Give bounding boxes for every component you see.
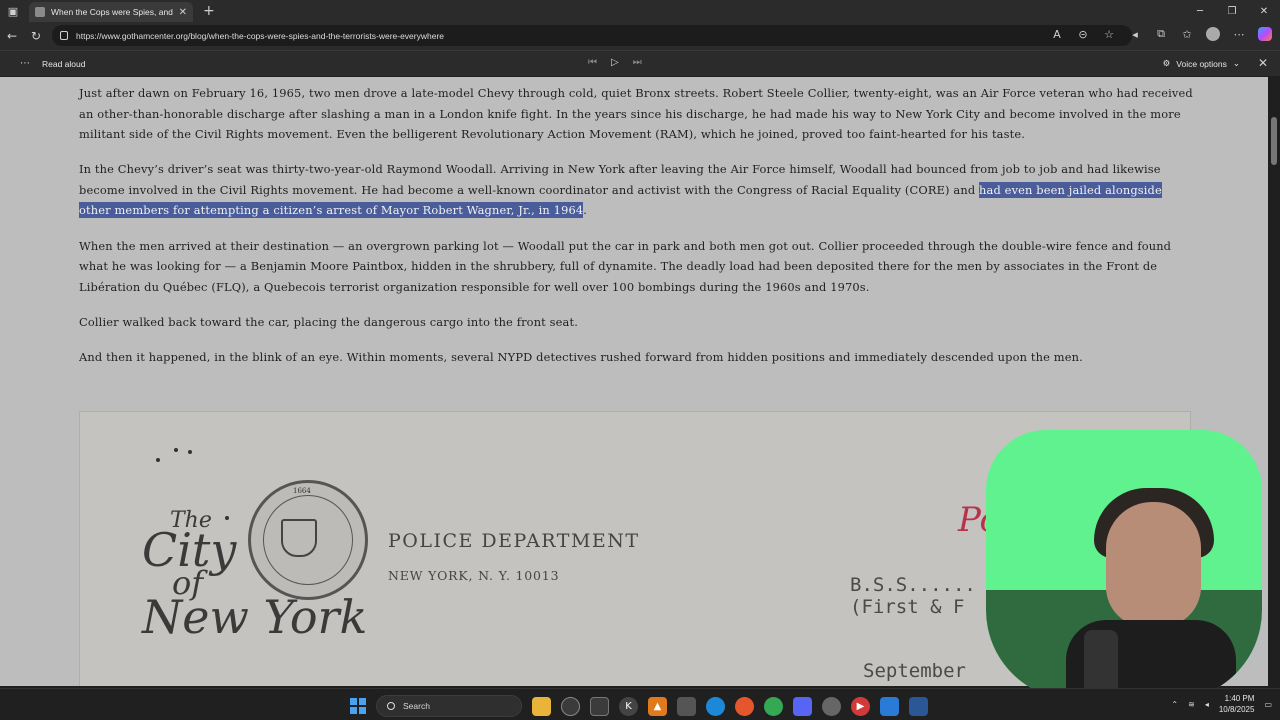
article-body: Just after dawn on February 16, 1965, tw… <box>79 83 1194 382</box>
more-menu-icon[interactable]: ⋯ <box>1232 28 1246 41</box>
voice-settings-icon: ⚙ <box>1162 58 1171 68</box>
webcam-overlay <box>986 430 1262 700</box>
chevron-down-icon: ⌄ <box>1232 58 1240 68</box>
tab-title: When the Cops were Spies, and th <box>51 7 175 17</box>
speck <box>174 448 178 452</box>
extensions-icon[interactable]: ⧉ <box>1154 27 1168 41</box>
paragraph-3: When the men arrived at their destinatio… <box>79 238 1172 294</box>
back-icon[interactable]: ← <box>0 29 24 43</box>
toolbar-icons: A ⊝ ☆ ◂ ⧉ ✩ ⋯ <box>1050 27 1272 41</box>
paragraph-2: In the Chevy’s driver’s seat was thirty-… <box>79 159 1194 221</box>
clock-date: 10/8/2025 <box>1218 705 1255 714</box>
read-aloud-label: Read aloud <box>42 58 86 69</box>
page-action-icon[interactable]: ⊝ <box>1076 28 1090 41</box>
document-date: September <box>863 660 966 682</box>
url-text[interactable]: https://www.gothamcenter.org/blog/when-t… <box>76 31 444 41</box>
read-aloud-menu-icon[interactable]: ⋯ <box>20 58 30 69</box>
discord-icon[interactable] <box>793 696 812 716</box>
copilot-icon[interactable] <box>1258 27 1272 41</box>
seal-shield <box>281 519 317 557</box>
site-favicon-icon <box>35 7 45 17</box>
scrollbar[interactable] <box>1268 77 1280 686</box>
paragraph-4: Collier walked back toward the car, plac… <box>79 314 578 329</box>
app-circle-icon[interactable] <box>561 696 580 716</box>
department-heading: POLICE DEPARTMENT <box>388 530 640 552</box>
vscode-icon[interactable] <box>880 696 899 716</box>
obs-icon[interactable] <box>822 696 841 716</box>
next-icon[interactable]: ⏭ <box>633 57 642 68</box>
previous-icon[interactable]: ⏮ <box>588 57 597 68</box>
close-window-icon[interactable]: ✕ <box>1248 0 1280 22</box>
tray-chevron-icon[interactable]: ⌃ <box>1171 700 1178 709</box>
tab-bar: ▣ When the Cops were Spies, and th ✕ + ─… <box>0 0 1280 22</box>
volume-icon[interactable]: ◂ <box>1205 700 1209 709</box>
paragraph-1: Just after dawn on February 16, 1965, tw… <box>79 86 1193 142</box>
chrome-icon[interactable] <box>764 696 783 716</box>
speck <box>188 450 192 454</box>
tab-close-icon[interactable]: ✕ <box>179 7 187 18</box>
edge-icon[interactable] <box>706 696 725 716</box>
department-address: NEW YORK, N. Y. 10013 <box>388 568 560 583</box>
window-controls: ─ ❐ ✕ <box>1184 0 1280 22</box>
search-icon <box>387 702 395 710</box>
tab-active[interactable]: When the Cops were Spies, and th ✕ <box>29 2 193 22</box>
media-player-icon[interactable]: ▶ <box>851 696 870 716</box>
favorite-star-icon[interactable]: ☆ <box>1102 28 1116 41</box>
speck <box>156 458 160 462</box>
taskbar-apps: Search K ▲ ▶ <box>350 695 928 717</box>
voice-options-label: Voice options <box>1176 58 1227 69</box>
firefox-icon[interactable] <box>735 696 754 716</box>
clock-time: 1:40 PM <box>1224 694 1255 703</box>
refresh-icon[interactable]: ↻ <box>24 29 48 43</box>
bss-typed-text: B.S.S...... (First & F <box>850 574 976 618</box>
webcam-person-face <box>1106 502 1201 627</box>
clock[interactable]: 1:40 PM 10/8/2025 <box>1219 693 1255 715</box>
voice-options-button[interactable]: ⚙ Voice options ⌄ <box>1163 58 1240 69</box>
profile-avatar-icon[interactable] <box>1206 27 1220 41</box>
playback-controls: ⏮ ▷ ⏭ <box>588 57 642 68</box>
city-seal-icon: 1664 <box>248 480 368 600</box>
notification-icon[interactable]: ▭ <box>1264 700 1272 709</box>
tab-actions-icon[interactable]: ▣ <box>0 0 26 22</box>
favorites-icon[interactable]: ✩ <box>1180 28 1194 41</box>
terminal-icon[interactable] <box>590 696 609 716</box>
word-doc-icon[interactable] <box>909 696 928 716</box>
taskbar-search[interactable]: Search <box>376 695 522 717</box>
maximize-icon[interactable]: ❐ <box>1216 0 1248 22</box>
taskbar: Search K ▲ ▶ ⌃ ≋ ◂ 1:40 PM 10/8/2025 ▭ <box>0 688 1280 720</box>
read-aloud-icon[interactable]: A <box>1050 28 1064 41</box>
app-k-icon[interactable]: K <box>619 696 638 716</box>
new-tab-icon[interactable]: + <box>203 3 215 19</box>
speaker-icon[interactable]: ◂ <box>1128 28 1142 41</box>
system-tray: ⌃ ≋ ◂ 1:40 PM 10/8/2025 ▭ <box>1171 693 1272 715</box>
minimize-icon[interactable]: ─ <box>1184 0 1216 22</box>
logo-new-york: New York <box>142 589 368 644</box>
bss-line-1: B.S.S...... <box>850 574 976 596</box>
paragraph-5: And then it happened, in the blink of an… <box>79 349 1083 364</box>
url-field[interactable]: https://www.gothamcenter.org/blog/when-t… <box>52 25 1132 46</box>
lock-icon[interactable] <box>60 31 68 40</box>
app-icon[interactable] <box>677 696 696 716</box>
read-aloud-bar: ⋯ Read aloud ⏮ ▷ ⏭ ⚙ Voice options ⌄ ✕ <box>0 50 1280 76</box>
bss-line-2: (First & F <box>850 596 965 618</box>
vlc-icon[interactable]: ▲ <box>648 696 667 716</box>
windows-start-icon[interactable] <box>350 698 366 714</box>
seal-year: 1664 <box>293 487 311 495</box>
file-explorer-icon[interactable] <box>532 696 551 716</box>
paragraph-2-end: . <box>583 203 588 218</box>
address-bar-row: ← ↻ https://www.gothamcenter.org/blog/wh… <box>0 22 1280 50</box>
search-label: Search <box>403 701 430 711</box>
wifi-icon[interactable]: ≋ <box>1188 700 1195 709</box>
play-icon[interactable]: ▷ <box>611 57 619 68</box>
scrollbar-thumb[interactable] <box>1271 117 1277 165</box>
close-read-aloud-icon[interactable]: ✕ <box>1258 56 1268 70</box>
